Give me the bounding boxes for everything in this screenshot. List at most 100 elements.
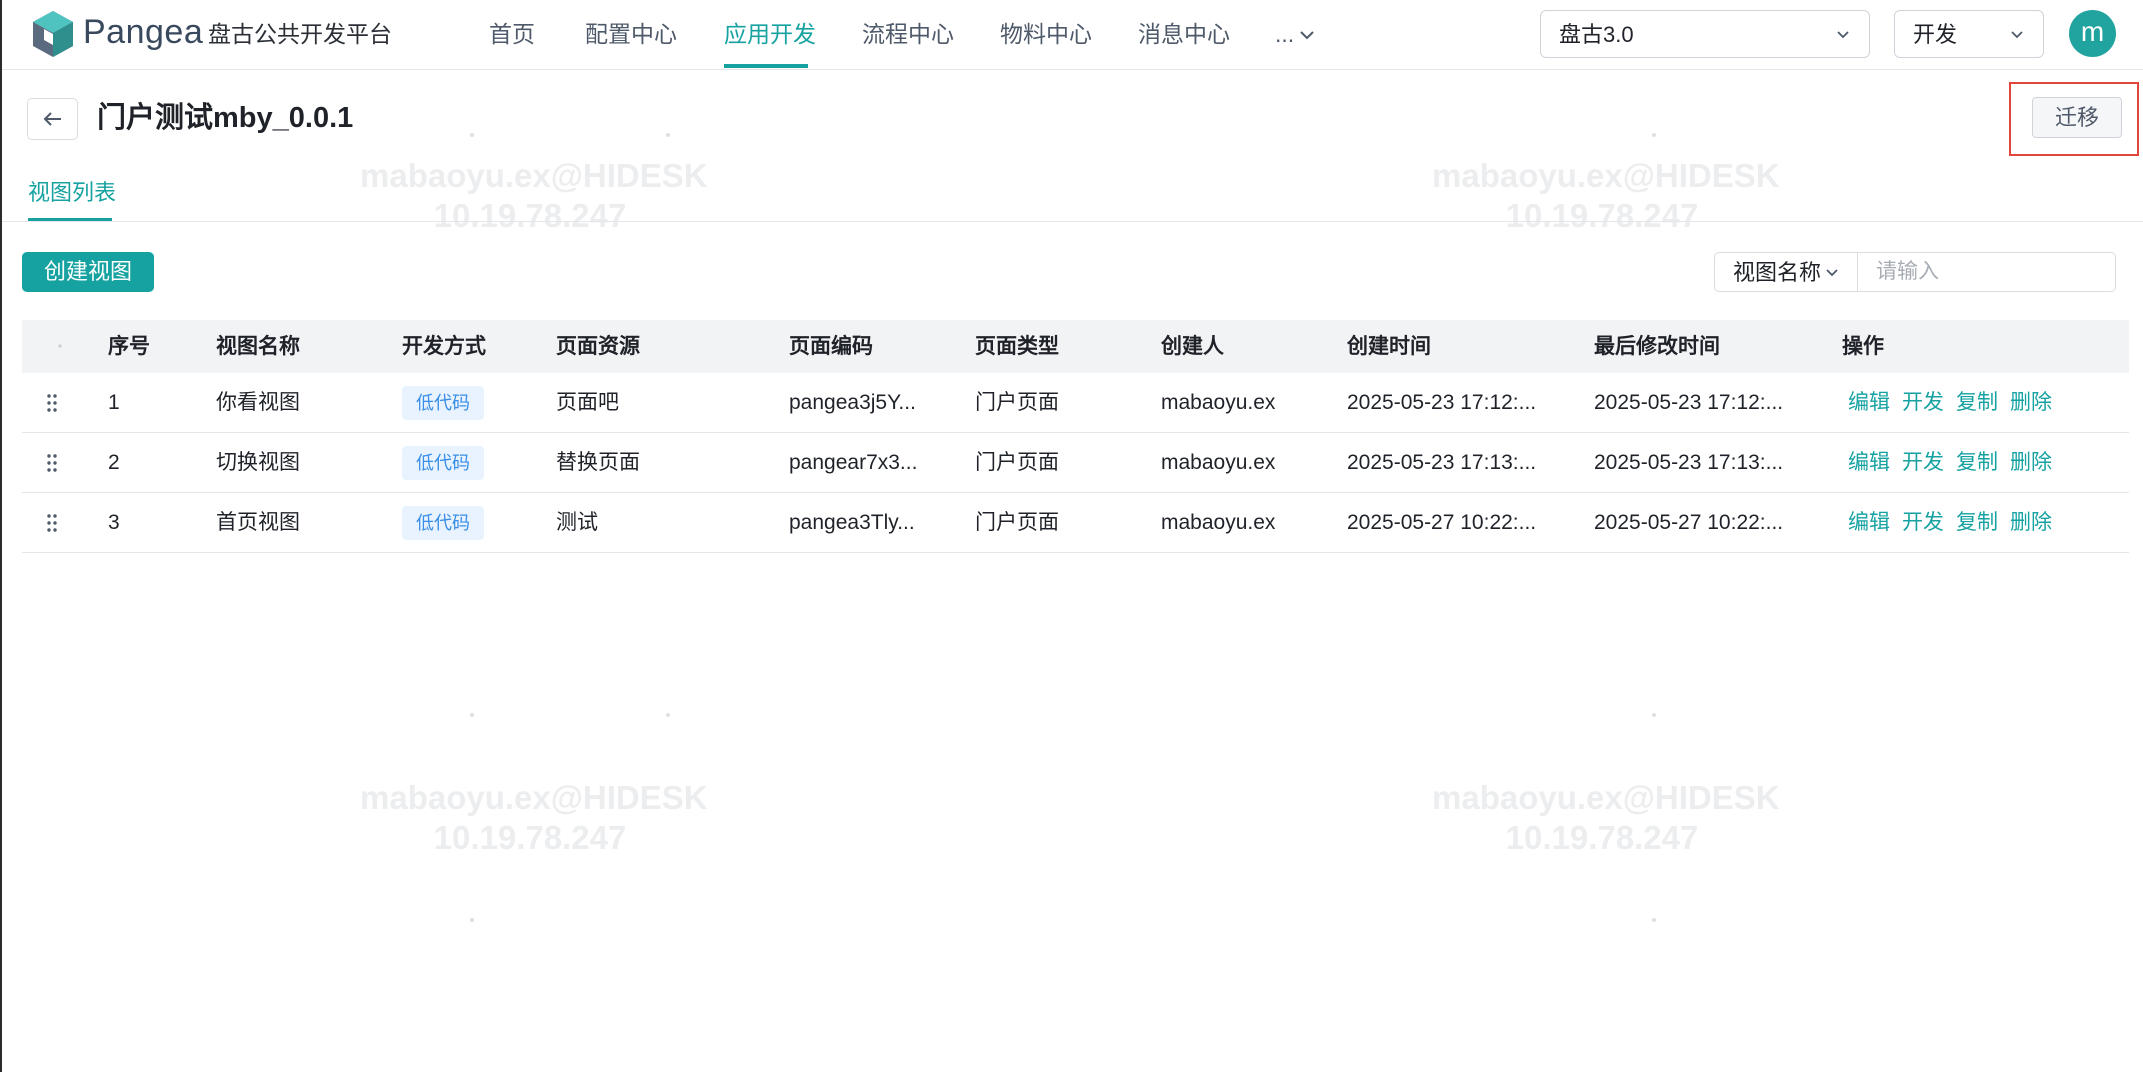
drag-handle-icon[interactable] (46, 513, 58, 533)
watermark-user: mabaoyu.ex@HIDESK (360, 779, 708, 816)
page-title: 门户测试mby_0.0.1 (97, 102, 354, 134)
cell-page-code: pangea3Tly... (789, 511, 915, 534)
watermark-dot (666, 133, 670, 137)
watermark-dot (470, 713, 474, 717)
watermark-user: mabaoyu.ex@HIDESK (360, 157, 708, 194)
column-header-modified-time: 最后修改时间 (1594, 335, 1720, 358)
top-nav-bar: Pangea 盘古公共开发平台 首页 配置中心 应用开发 流程中心 物料中心 消… (2, 0, 2143, 70)
watermark-dot (1652, 713, 1656, 717)
table-row: 2 切换视图 低代码 替换页面 pangear7x3... 门户页面 mabao… (22, 433, 2129, 493)
table-row: 3 首页视图 低代码 测试 pangea3Tly... 门户页面 mabaoyu… (22, 493, 2129, 553)
watermark: mabaoyu.ex@HIDESK 10.19.78.247 (1432, 778, 1780, 858)
cell-modified-time: 2025-05-27 10:22:... (1594, 511, 1784, 534)
nav-item-app-dev[interactable]: 应用开发 (724, 19, 816, 49)
cell-creator: mabaoyu.ex (1161, 451, 1276, 474)
drag-handle-icon[interactable] (46, 393, 58, 413)
cell-created-time: 2025-05-27 10:22:... (1347, 511, 1537, 534)
cell-page-type: 门户页面 (975, 391, 1059, 414)
chevron-down-icon (1826, 269, 1838, 277)
watermark-dot (1652, 918, 1656, 922)
column-header-page-type: 页面类型 (975, 335, 1059, 358)
cell-view-name: 切换视图 (216, 451, 300, 474)
dev-mode-tag: 低代码 (402, 506, 484, 540)
create-view-button[interactable]: 创建视图 (22, 252, 154, 292)
column-header-dev-mode: 开发方式 (402, 335, 486, 358)
user-avatar[interactable]: m (2069, 10, 2116, 57)
develop-link[interactable]: 开发 (1902, 508, 1944, 538)
nav-item-home[interactable]: 首页 (489, 19, 535, 49)
search-input[interactable] (1857, 252, 2116, 292)
column-header-index: 序号 (108, 335, 150, 358)
mode-select[interactable]: 开发 (1894, 10, 2044, 58)
app-window: mabaoyu.ex@HIDESK 10.19.78.247 mabaoyu.e… (0, 0, 2143, 1072)
env-select[interactable]: 盘古3.0 (1540, 10, 1870, 58)
cell-view-name: 首页视图 (216, 511, 300, 534)
nav-item-more[interactable]: ... (1275, 19, 1294, 49)
watermark-dot (470, 918, 474, 922)
watermark-ip: 10.19.78.247 (1505, 197, 1699, 234)
cell-modified-time: 2025-05-23 17:12:... (1594, 391, 1784, 414)
watermark-dot (1652, 133, 1656, 137)
develop-link[interactable]: 开发 (1902, 388, 1944, 418)
edit-link[interactable]: 编辑 (1848, 448, 1890, 478)
nav-active-indicator (724, 64, 808, 68)
chevron-down-icon[interactable] (1298, 26, 1316, 44)
brand-name: Pangea (83, 13, 204, 51)
copy-link[interactable]: 复制 (1956, 508, 1998, 538)
cell-page-code: pangea3j5Y... (789, 391, 916, 414)
cell-created-time: 2025-05-23 17:13:... (1347, 451, 1537, 474)
tab-divider (2, 221, 2143, 222)
mode-select-value: 开发 (1913, 22, 1958, 47)
watermark-ip: 10.19.78.247 (1505, 819, 1699, 856)
column-header-created-time: 创建时间 (1347, 335, 1431, 358)
watermark: mabaoyu.ex@HIDESK 10.19.78.247 (360, 156, 708, 236)
delete-link[interactable]: 删除 (2010, 448, 2052, 478)
delete-link[interactable]: 删除 (2010, 388, 2052, 418)
watermark-dot (470, 133, 474, 137)
develop-link[interactable]: 开发 (1902, 448, 1944, 478)
nav-item-material-center[interactable]: 物料中心 (1000, 19, 1092, 49)
edit-link[interactable]: 编辑 (1848, 388, 1890, 418)
drag-handle-icon[interactable] (46, 453, 58, 473)
column-header-creator: 创建人 (1161, 335, 1224, 358)
cell-page-type: 门户页面 (975, 511, 1059, 534)
watermark-ip: 10.19.78.247 (433, 819, 627, 856)
pangea-logo-icon (33, 11, 73, 57)
delete-link[interactable]: 删除 (2010, 508, 2052, 538)
cell-creator: mabaoyu.ex (1161, 391, 1276, 414)
filter-field-select[interactable]: 视图名称 (1714, 252, 1857, 292)
watermark: mabaoyu.ex@HIDESK 10.19.78.247 (360, 778, 708, 858)
migrate-button[interactable]: 迁移 (2032, 97, 2122, 138)
watermark-ip: 10.19.78.247 (433, 197, 627, 234)
cell-page-code: pangear7x3... (789, 451, 918, 474)
cell-index: 2 (108, 451, 120, 474)
chevron-down-icon (1837, 31, 1849, 39)
cell-page-resource: 页面吧 (556, 391, 619, 414)
column-header-actions: 操作 (1842, 335, 1884, 358)
drag-handle-icon (58, 344, 62, 348)
cell-index: 1 (108, 391, 120, 414)
cell-modified-time: 2025-05-23 17:13:... (1594, 451, 1784, 474)
tab-view-list[interactable]: 视图列表 (28, 178, 116, 208)
cell-index: 3 (108, 511, 120, 534)
column-header-view-name: 视图名称 (216, 335, 300, 358)
copy-link[interactable]: 复制 (1956, 448, 1998, 478)
back-button[interactable] (27, 98, 78, 140)
nav-item-message-center[interactable]: 消息中心 (1138, 19, 1230, 49)
cell-creator: mabaoyu.ex (1161, 511, 1276, 534)
cell-page-resource: 测试 (556, 511, 598, 534)
column-header-page-resource: 页面资源 (556, 335, 640, 358)
cell-view-name: 你看视图 (216, 391, 300, 414)
cell-created-time: 2025-05-23 17:12:... (1347, 391, 1537, 414)
nav-item-process-center[interactable]: 流程中心 (862, 19, 954, 49)
table-row: 1 你看视图 低代码 页面吧 pangea3j5Y... 门户页面 mabaoy… (22, 373, 2129, 433)
table-header: 序号 视图名称 开发方式 页面资源 页面编码 页面类型 创建人 创建时间 最后修… (22, 320, 2129, 373)
watermark-dot (666, 713, 670, 717)
copy-link[interactable]: 复制 (1956, 388, 1998, 418)
edit-link[interactable]: 编辑 (1848, 508, 1890, 538)
chevron-down-icon (2011, 31, 2023, 39)
watermark-user: mabaoyu.ex@HIDESK (1432, 779, 1780, 816)
dev-mode-tag: 低代码 (402, 446, 484, 480)
nav-item-config-center[interactable]: 配置中心 (585, 19, 677, 49)
column-header-page-code: 页面编码 (789, 335, 873, 358)
